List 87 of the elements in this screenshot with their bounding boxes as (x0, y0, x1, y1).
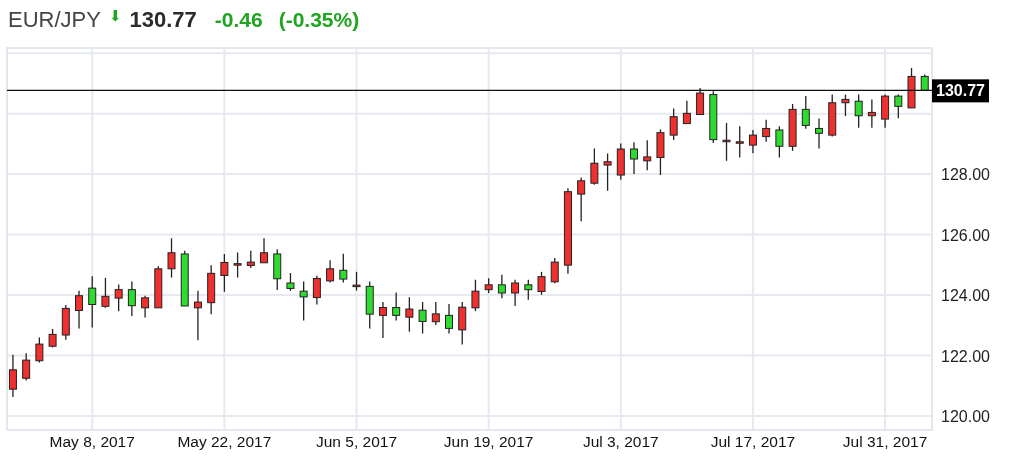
price-label: 130.77 (932, 79, 989, 103)
candlestick (524, 279, 533, 301)
candlestick (141, 295, 150, 319)
candlestick (75, 290, 83, 330)
candlestick (312, 275, 321, 306)
candlestick (378, 301, 387, 339)
candlestick (392, 291, 401, 322)
candlestick (867, 98, 876, 129)
candlestick (907, 67, 916, 109)
axis-label: 126.00 (941, 226, 990, 244)
candlestick (260, 237, 268, 264)
candlestick (643, 139, 652, 171)
candlestick (841, 93, 850, 117)
candlestick (669, 107, 678, 141)
candlestick (577, 176, 586, 222)
candlestick (748, 129, 757, 154)
candlestick (881, 93, 890, 129)
candlestick (682, 99, 691, 125)
candlestick (88, 275, 97, 329)
candlestick (273, 248, 282, 291)
candlestick (815, 117, 823, 150)
axis-label: May 22, 2017 (177, 433, 272, 450)
candlestick (193, 290, 202, 341)
candlestick (418, 301, 427, 335)
price-value: 130.77 (129, 7, 197, 33)
candlestick (537, 271, 546, 296)
candlestick (207, 264, 216, 315)
candlestick (8, 354, 17, 398)
candlestick (180, 250, 189, 307)
candlestick (616, 142, 625, 181)
candlestick (762, 119, 771, 143)
axis-label: Jul 17, 2017 (710, 433, 796, 450)
candlestick (61, 304, 70, 341)
candlestick (497, 274, 506, 299)
axis-label: 128.00 (941, 166, 990, 184)
axis-label: 122.00 (941, 347, 990, 365)
candlestick (894, 93, 903, 119)
percent-change: (-0.35%) (278, 8, 360, 32)
candlestick (709, 90, 718, 144)
candlestick (154, 265, 163, 309)
candlestick (35, 336, 44, 364)
candlestick (299, 280, 308, 322)
candlestick (801, 95, 810, 130)
candlestick (920, 73, 929, 91)
candlestick (656, 128, 665, 176)
axis-label: Jun 19, 2017 (443, 433, 534, 450)
candlestick (167, 237, 176, 279)
candlestick (458, 301, 467, 346)
candlestick (48, 328, 57, 349)
candlestick (511, 279, 520, 307)
candlestick (246, 250, 255, 269)
candlestick (220, 253, 229, 293)
candlestick (788, 103, 797, 152)
price-change: -0.46 (214, 8, 263, 32)
candlestick (603, 152, 612, 192)
candlestick (114, 283, 123, 312)
symbol-name: EUR/JPY (8, 7, 101, 33)
candlestick (696, 87, 705, 116)
candlestick (775, 125, 784, 159)
candlestick (326, 259, 335, 284)
candlestick (286, 272, 295, 292)
axis-label: 120.00 (941, 408, 990, 426)
candlestick (854, 93, 863, 129)
candlestick (339, 253, 348, 284)
axis-label: May 8, 2017 (49, 433, 135, 450)
candlestick (722, 122, 731, 162)
candlestick (352, 271, 361, 292)
candlestick (127, 280, 136, 317)
candlestick (445, 303, 453, 335)
candlestick (550, 257, 559, 284)
arrow-down-icon: ⬇ (108, 7, 122, 25)
candlestick (735, 125, 744, 159)
candlestick (630, 141, 638, 175)
candlestick (101, 277, 110, 309)
candlestick (484, 277, 493, 294)
candlestick (22, 352, 31, 382)
candlestick (405, 296, 414, 333)
candlestick (590, 147, 599, 186)
candlestick (471, 279, 480, 312)
candlestick (233, 251, 242, 279)
axis-label: Jun 5, 2017 (316, 433, 398, 450)
axis-label: Jul 31, 2017 (842, 433, 928, 450)
axis-label: 124.00 (941, 287, 990, 305)
axis-label: Jul 3, 2017 (582, 433, 659, 450)
candlestick (828, 93, 837, 138)
candlestick (365, 280, 374, 330)
candlestick (431, 301, 440, 326)
